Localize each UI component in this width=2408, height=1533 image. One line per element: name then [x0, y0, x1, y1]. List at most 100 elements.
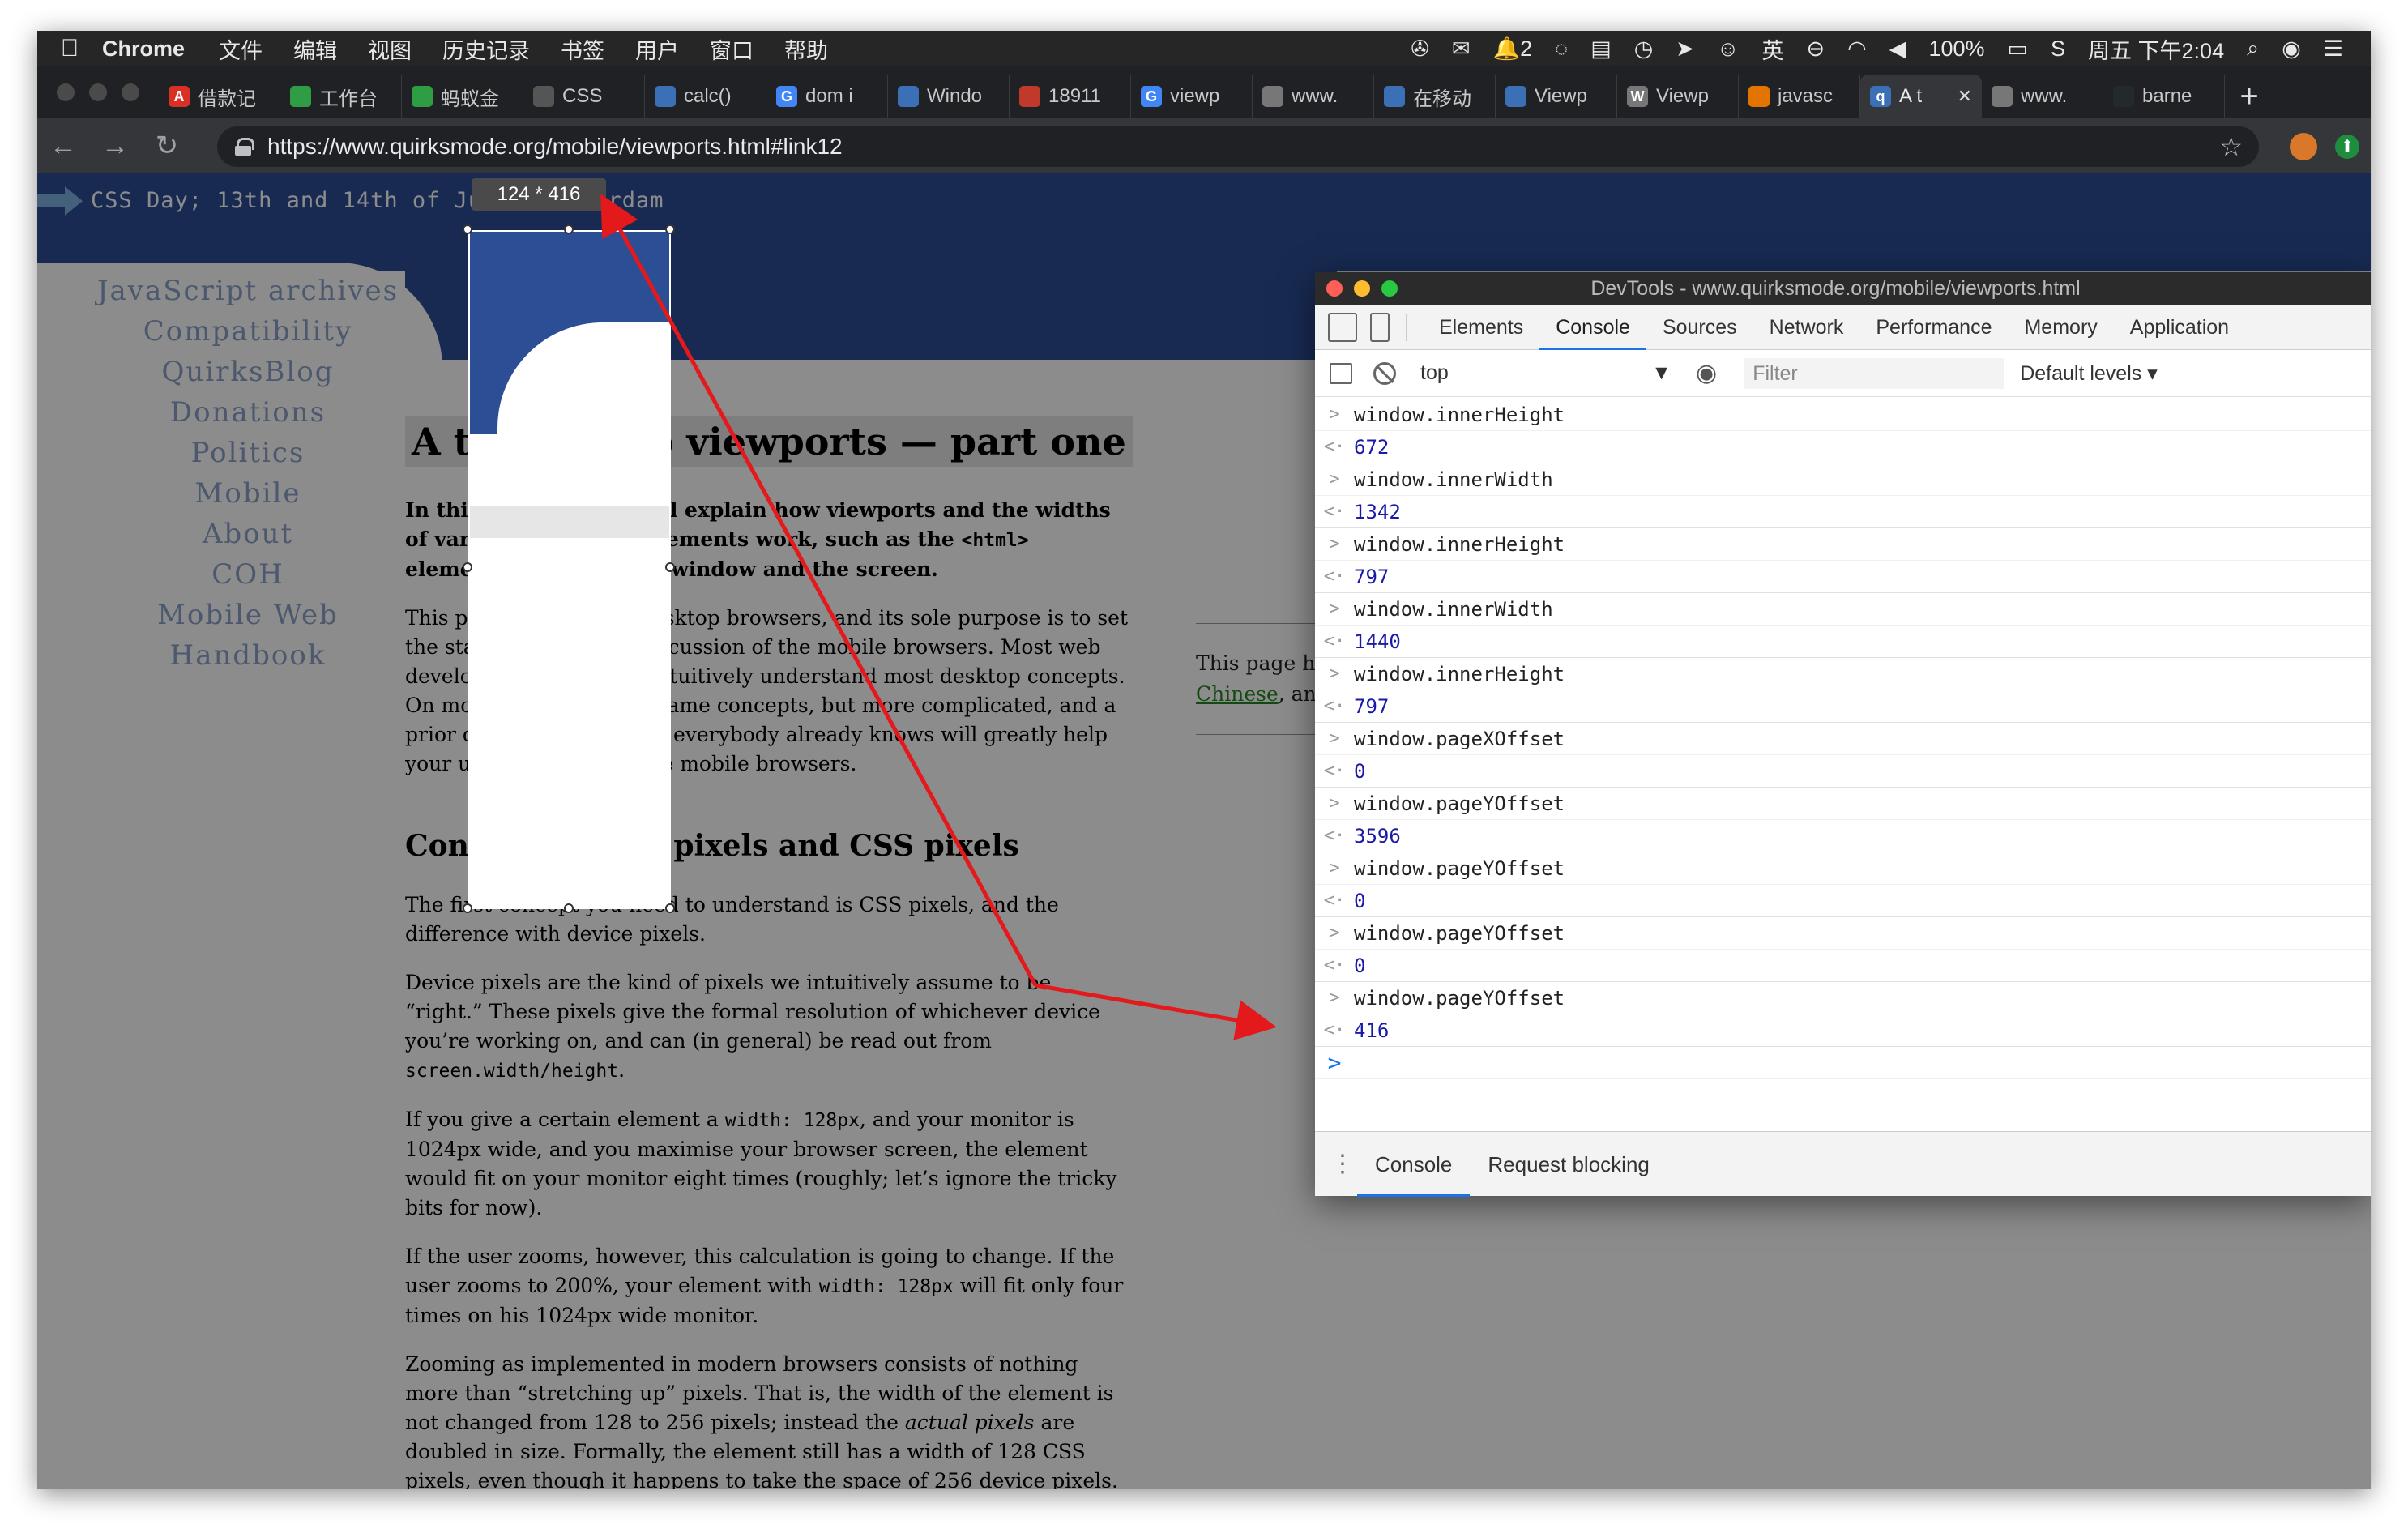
console-input-row[interactable]: > window.innerWidth: [1315, 593, 2371, 626]
sidebar-toggle-icon[interactable]: [1330, 362, 1352, 384]
app-menu[interactable]: Chrome: [102, 36, 185, 62]
wifi-icon[interactable]: ◠: [1847, 36, 1867, 62]
console-prompt[interactable]: >: [1315, 1047, 2371, 1079]
chat-icon[interactable]: ◌: [1555, 36, 1568, 62]
more-options-icon[interactable]: ⋮: [1328, 1150, 1357, 1178]
tab-network[interactable]: Network: [1753, 305, 1860, 350]
tab-memory[interactable]: Memory: [2008, 305, 2113, 350]
close-tab-icon[interactable]: ✕: [1958, 86, 1972, 107]
console-result-row[interactable]: <· 0: [1315, 755, 2371, 788]
zoom-window-button[interactable]: [122, 83, 139, 101]
console-result-row[interactable]: <· 672: [1315, 431, 2371, 463]
clear-console-icon[interactable]: [1373, 361, 1396, 385]
battery-percent[interactable]: 100%: [1928, 36, 1984, 62]
emoji-icon[interactable]: ☺: [1717, 36, 1740, 62]
browser-tab[interactable]: Viewp: [1496, 75, 1617, 118]
drive-icon[interactable]: ▤: [1590, 36, 1612, 62]
browser-tab[interactable]: CSS: [523, 75, 645, 118]
drawer-tab-console[interactable]: Console: [1357, 1132, 1471, 1197]
volume-icon[interactable]: ◀: [1889, 36, 1906, 62]
selection-handle-br[interactable]: [665, 903, 675, 913]
console-input-row[interactable]: > window.pageYOffset: [1315, 982, 2371, 1014]
menu-help[interactable]: 帮助: [784, 33, 828, 65]
console-result-row[interactable]: <· 1440: [1315, 626, 2371, 658]
browser-tab[interactable]: Gviewp: [1131, 75, 1253, 118]
selection-handle-t[interactable]: [564, 224, 574, 234]
spotlight-icon[interactable]: ⌕: [2247, 36, 2259, 62]
console-input-row[interactable]: > window.pageYOffset: [1315, 788, 2371, 820]
tab-console[interactable]: Console: [1539, 305, 1646, 350]
device-toolbar-icon[interactable]: [1370, 312, 1390, 342]
browser-tab[interactable]: barne: [2103, 75, 2225, 118]
drawer-tab-request-blocking[interactable]: Request blocking: [1470, 1132, 1667, 1197]
send-icon[interactable]: ➤: [1676, 36, 1694, 62]
log-levels-dropdown[interactable]: Default levels ▾: [2020, 361, 2158, 386]
console-result-row[interactable]: <· 797: [1315, 690, 2371, 723]
siri-icon[interactable]: ◉: [2282, 36, 2301, 62]
devtools-zoom-button[interactable]: [1381, 280, 1398, 297]
menu-view[interactable]: 视图: [368, 33, 412, 65]
screenshot-selection[interactable]: [468, 230, 671, 909]
menu-file[interactable]: 文件: [219, 33, 263, 65]
browser-tab[interactable]: A 借款记: [159, 75, 280, 118]
menu-window[interactable]: 窗口: [710, 33, 754, 65]
timemachine-icon[interactable]: ◷: [1634, 36, 1654, 62]
console-result-row[interactable]: <· 416: [1315, 1014, 2371, 1047]
extension-icon[interactable]: ⬆: [2335, 135, 2359, 159]
menu-bookmarks[interactable]: 书签: [561, 33, 604, 65]
browser-tab[interactable]: javasc: [1739, 75, 1860, 118]
selection-handle-r[interactable]: [665, 562, 675, 572]
browser-tab[interactable]: Windo: [888, 75, 1010, 118]
browser-tab[interactable]: 18911: [1010, 75, 1131, 118]
minimize-window-button[interactable]: [89, 83, 107, 101]
selection-handle-l[interactable]: [463, 562, 472, 572]
bookmark-star-icon[interactable]: ☆: [2219, 131, 2243, 162]
console-input-row[interactable]: > window.pageXOffset: [1315, 723, 2371, 755]
live-expression-eye-icon[interactable]: ◉: [1696, 359, 1717, 387]
selection-handle-bl[interactable]: [463, 903, 472, 913]
tab-sources[interactable]: Sources: [1646, 305, 1753, 350]
notification-center-icon[interactable]: ☰: [2324, 36, 2343, 62]
apple-icon[interactable]: : [37, 35, 102, 62]
devtools-minimize-button[interactable]: [1354, 280, 1370, 297]
menu-history[interactable]: 历史记录: [442, 33, 530, 65]
app-s-icon[interactable]: S: [2051, 36, 2065, 62]
console-input-row[interactable]: > window.innerHeight: [1315, 399, 2371, 431]
console-result-row[interactable]: <· 797: [1315, 561, 2371, 593]
notification-icon[interactable]: 🔔2: [1493, 36, 1533, 62]
tab-elements[interactable]: Elements: [1423, 305, 1539, 350]
tab-application[interactable]: Application: [2114, 305, 2245, 350]
browser-tab[interactable]: Gdom i: [766, 75, 888, 118]
wechat-icon[interactable]: ✉: [1452, 36, 1471, 62]
console-result-row[interactable]: <· 0: [1315, 885, 2371, 917]
console-result-row[interactable]: <· 1342: [1315, 496, 2371, 528]
back-icon[interactable]: ←: [37, 130, 89, 162]
selection-handle-tr[interactable]: [665, 224, 675, 234]
vpn-icon[interactable]: ✇: [1411, 36, 1429, 62]
address-bar[interactable]: https://www.quirksmode.org/mobile/viewpo…: [217, 126, 2259, 167]
console-input-row[interactable]: > window.innerWidth: [1315, 463, 2371, 496]
menu-people[interactable]: 用户: [635, 33, 679, 65]
console-input-row[interactable]: > window.pageYOffset: [1315, 852, 2371, 885]
new-tab-button[interactable]: +: [2225, 75, 2274, 118]
browser-tab[interactable]: 工作台: [280, 75, 402, 118]
inspect-element-icon[interactable]: [1328, 312, 1357, 342]
menu-edit[interactable]: 编辑: [293, 33, 337, 65]
browser-tab[interactable]: calc(): [645, 75, 766, 118]
reload-icon[interactable]: ↻: [141, 130, 193, 162]
console-input-row[interactable]: > window.pageYOffset: [1315, 917, 2371, 950]
browser-tab[interactable]: q A t ✕: [1860, 75, 1982, 118]
devtools-close-button[interactable]: [1326, 280, 1343, 297]
browser-tab[interactable]: W Viewp: [1617, 75, 1739, 118]
input-method[interactable]: 英: [1761, 33, 1783, 65]
close-window-button[interactable]: [57, 83, 75, 101]
battery-icon[interactable]: ▭: [2008, 36, 2029, 62]
browser-tab[interactable]: www.: [1982, 75, 2103, 118]
lock-icon[interactable]: [235, 138, 254, 156]
browser-tab[interactable]: www.: [1253, 75, 1374, 118]
console-input-row[interactable]: > window.innerHeight: [1315, 658, 2371, 690]
browser-tab[interactable]: 蚂蚁金: [402, 75, 523, 118]
selection-handle-tl[interactable]: [463, 224, 472, 234]
context-selector[interactable]: top ▼: [1420, 361, 1672, 385]
console-result-row[interactable]: <· 3596: [1315, 820, 2371, 852]
